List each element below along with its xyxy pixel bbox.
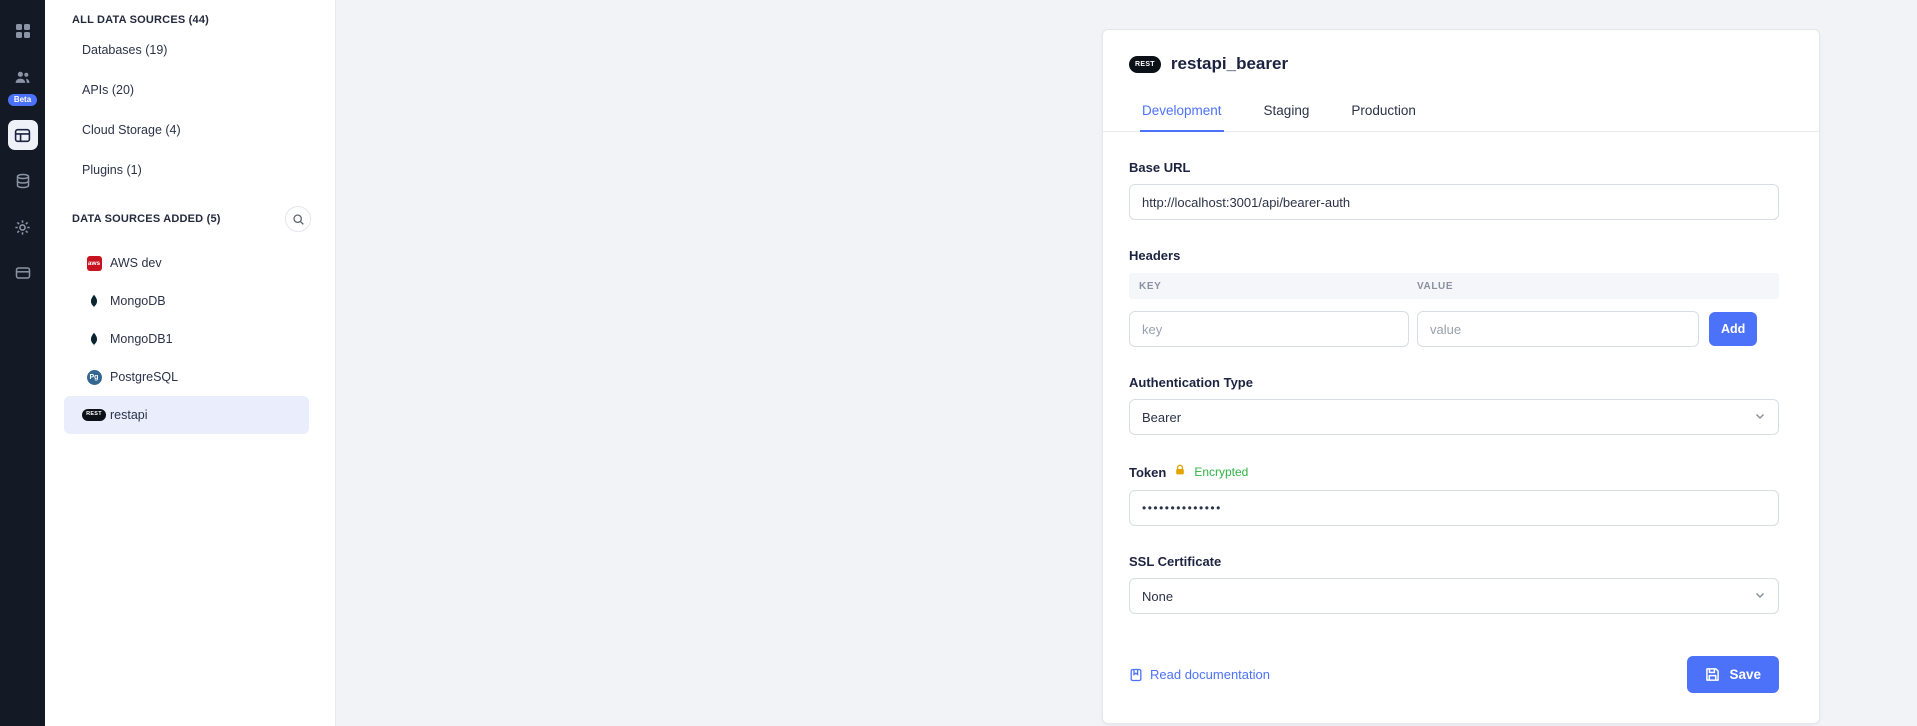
chevron-down-icon <box>1754 410 1766 425</box>
search-icon <box>292 213 305 226</box>
headers-section: Headers KEY VALUE Add <box>1129 248 1779 347</box>
value-column-header: VALUE <box>1417 281 1779 292</box>
auth-type-section: Authentication Type Bearer <box>1129 375 1779 435</box>
list-item-restapi[interactable]: REST restapi <box>64 396 309 434</box>
token-section: Token Encrypted <box>1129 463 1779 526</box>
base-url-section: Base URL <box>1129 160 1779 220</box>
apps-grid-icon <box>15 23 31 39</box>
restapi-icon: REST <box>1129 56 1161 73</box>
source-label: restapi <box>110 408 148 422</box>
users-icon <box>14 69 31 86</box>
encrypted-badge: Encrypted <box>1194 465 1248 479</box>
mongodb-icon <box>86 293 102 309</box>
key-column-header: KEY <box>1129 281 1417 292</box>
database-nav-icon[interactable] <box>8 166 38 196</box>
save-button-label: Save <box>1729 667 1761 682</box>
category-list: Databases (19) APIs (20) Cloud Storage (… <box>45 30 335 190</box>
ssl-certificate-label: SSL Certificate <box>1129 554 1779 569</box>
app-rail: Beta <box>0 0 45 726</box>
sidebar-item-databases[interactable]: Databases (19) <box>45 30 335 70</box>
title-row: REST restapi_bearer <box>1129 54 1779 74</box>
base-url-label: Base URL <box>1129 160 1779 175</box>
token-label: Token <box>1129 465 1166 480</box>
save-icon <box>1705 667 1720 682</box>
marketplace-nav-icon[interactable] <box>8 258 38 288</box>
data-sources-sidebar: ALL DATA SOURCES (44) Databases (19) API… <box>45 0 336 726</box>
workspace-users-icon[interactable] <box>8 62 38 92</box>
auth-type-value: Bearer <box>1142 410 1181 425</box>
ssl-certificate-select[interactable]: None <box>1129 578 1779 614</box>
document-icon <box>1129 668 1143 682</box>
apps-icon[interactable] <box>8 16 38 46</box>
list-item-mongodb1[interactable]: MongoDB1 <box>64 320 309 358</box>
ssl-value: None <box>1142 589 1173 604</box>
restapi-icon: REST <box>86 407 102 423</box>
datasource-config-card: REST restapi_bearer Development Staging … <box>1102 29 1820 724</box>
all-data-sources-header: ALL DATA SOURCES (44) <box>45 0 335 30</box>
header-key-input[interactable] <box>1129 311 1409 347</box>
headers-table-header: KEY VALUE <box>1129 273 1779 299</box>
environment-tabs: Development Staging Production <box>1103 94 1819 132</box>
added-header-row: DATA SOURCES ADDED (5) <box>45 190 335 238</box>
read-documentation-label: Read documentation <box>1150 667 1270 682</box>
gear-icon <box>14 219 31 236</box>
sidebar-item-cloud-storage[interactable]: Cloud Storage (4) <box>45 110 335 150</box>
card-icon <box>15 265 31 281</box>
tab-production[interactable]: Production <box>1349 94 1418 132</box>
list-item-aws-dev[interactable]: aws AWS dev <box>64 244 309 282</box>
token-label-row: Token Encrypted <box>1129 463 1779 481</box>
search-button[interactable] <box>285 206 311 232</box>
save-button[interactable]: Save <box>1687 656 1779 693</box>
tab-staging[interactable]: Staging <box>1262 94 1312 132</box>
source-label: MongoDB1 <box>110 332 173 346</box>
headers-input-row: Add <box>1129 311 1779 347</box>
source-label: PostgreSQL <box>110 370 178 384</box>
data-sources-nav-icon[interactable] <box>8 120 38 150</box>
base-url-input[interactable] <box>1129 184 1779 220</box>
headers-label: Headers <box>1129 248 1779 263</box>
add-header-button[interactable]: Add <box>1709 312 1757 346</box>
postgresql-icon: Pg <box>86 369 102 385</box>
list-item-mongodb[interactable]: MongoDB <box>64 282 309 320</box>
auth-type-select[interactable]: Bearer <box>1129 399 1779 435</box>
mongodb-icon <box>86 331 102 347</box>
source-label: AWS dev <box>110 256 162 270</box>
sidebar-item-apis[interactable]: APIs (20) <box>45 70 335 110</box>
page-title: restapi_bearer <box>1171 54 1288 74</box>
list-item-postgresql[interactable]: Pg PostgreSQL <box>64 358 309 396</box>
source-label: MongoDB <box>110 294 166 308</box>
table-icon <box>14 127 31 144</box>
card-footer: Read documentation Save <box>1129 656 1779 693</box>
aws-icon: aws <box>86 255 102 271</box>
config-form: Base URL Headers KEY VALUE Add Authentic… <box>1103 160 1819 693</box>
token-input[interactable] <box>1129 490 1779 526</box>
beta-badge: Beta <box>8 94 37 106</box>
main-area: REST restapi_bearer Development Staging … <box>336 0 1917 726</box>
card-header: REST restapi_bearer Development Staging … <box>1103 30 1819 132</box>
sidebar-item-plugins[interactable]: Plugins (1) <box>45 150 335 190</box>
ssl-section: SSL Certificate None <box>1129 554 1779 614</box>
auth-type-label: Authentication Type <box>1129 375 1779 390</box>
data-sources-added-header: DATA SOURCES ADDED (5) <box>72 213 221 225</box>
settings-nav-icon[interactable] <box>8 212 38 242</box>
chevron-down-icon <box>1754 589 1766 604</box>
database-icon <box>15 173 31 189</box>
header-value-input[interactable] <box>1417 311 1699 347</box>
tab-development[interactable]: Development <box>1140 94 1224 132</box>
lock-icon <box>1174 463 1186 481</box>
added-sources-list: aws AWS dev MongoDB MongoDB1 Pg PostgreS… <box>64 244 309 434</box>
read-documentation-link[interactable]: Read documentation <box>1129 667 1270 682</box>
